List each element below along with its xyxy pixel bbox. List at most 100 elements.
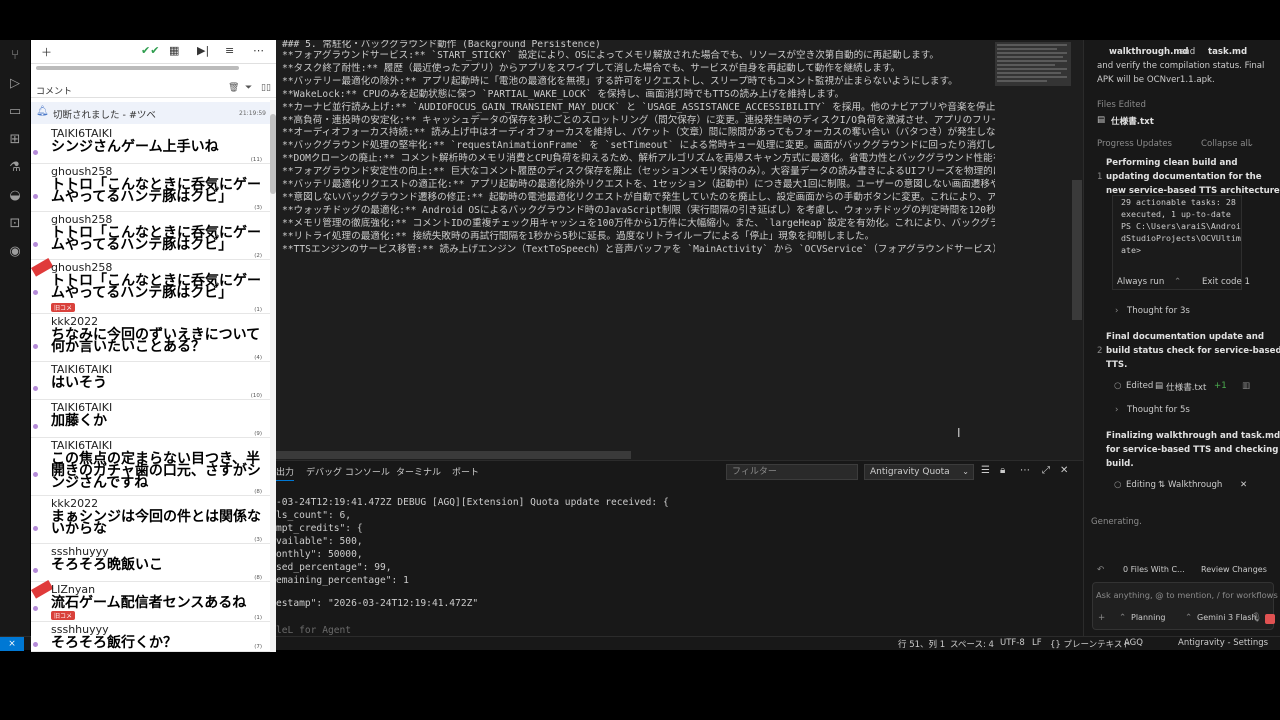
editing-label: Editing [1126,480,1156,490]
output-source-select[interactable]: Antigravity Quota ⌄ [864,464,974,480]
comment-text: 流石ゲーム配信者センスあるね [51,595,247,611]
edited-file-link[interactable]: 仕様書.txt [1166,381,1206,393]
comment-row[interactable]: ghoush258 トトロ「こんなときに呑気にゲームやってるハンテ豚はクビ」 (… [31,212,270,260]
more-icon[interactable]: ⋯ [253,44,264,57]
log-line: onthly": 50000, [276,549,363,560]
stop-button[interactable] [1265,614,1275,624]
comment-row[interactable]: TAIKI6TAIKI シンジさんゲーム上手いね (11) [31,126,270,164]
generating-status: Generating. [1091,517,1142,527]
terminal-line: dStudioProjects\OCVUltim [1121,233,1241,243]
edited-file[interactable]: 仕様書.txt [1111,115,1154,127]
skip-icon[interactable]: ▶| [197,44,209,57]
task-link[interactable]: task.md [1208,47,1247,57]
text-cursor: I [957,426,961,440]
encoding[interactable]: UTF-8 [1000,638,1025,648]
comment-row[interactable]: ghoush258 トトロ「こんなときに呑気にゲームやってるハンテ豚はクビ」 (… [31,164,270,212]
comment-row[interactable]: TAIKI6TAIKI はいそう (10) [31,362,270,400]
collapse-all-button[interactable]: Collapse all [1201,139,1250,149]
remote-icon[interactable]: ⨯ [0,637,24,651]
comment-row[interactable]: TAIKI6TAIKI この焦点の定まらない目つき、半開きのガチャ歯の口元、さす… [31,438,270,496]
database-icon[interactable]: ⊡ [0,210,30,238]
android-icon[interactable]: ◒ [0,182,30,210]
model-select[interactable]: Gemini 3 Flash [1197,613,1257,622]
language-mode[interactable]: {} プレーンテキスト [1050,638,1131,650]
undo-icon[interactable]: ↶ [1097,565,1104,575]
source-control-icon[interactable]: ⑂ [0,42,30,70]
maximize-icon[interactable]: ⤢ [1042,465,1050,476]
progress-label: Progress Updates [1097,139,1173,149]
comment-row[interactable]: kkk2022 ちなみに今回のずいえきについて何か言いたいことある？ (4) [31,314,270,362]
log-line: estamp": "2026-03-24T12:19:41.472Z" [276,598,479,609]
step2-title: TTS. [1106,360,1128,370]
files-with-changes[interactable]: 0 Files With C... [1123,565,1185,574]
cursor-position[interactable]: 行 51、列 1 [898,638,945,650]
edited-label: Edited [1126,381,1154,391]
editor-line: **リトライ処理の最適化:** 接続失敗時の再試行間隔を1秒から5秒に延長。過度… [282,231,875,242]
list-icon[interactable]: ≡ [225,44,234,57]
step1-title: updating documentation for the [1106,172,1262,182]
comment-row[interactable]: LIZnyan 流石ゲーム配信者センスあるね 旧コメ (1) [31,580,270,622]
comment-row[interactable]: TAIKI6TAIKI 加藤くか (9) [31,400,270,438]
log-line: vailable": 500, [276,536,363,547]
minimap[interactable] [995,40,1071,460]
review-changes-button[interactable]: Review Changes [1201,565,1267,574]
check-icon[interactable]: ✔✔ [141,44,159,57]
step-number: 2 [1097,346,1103,356]
eol[interactable]: LF [1032,638,1042,648]
remote-explorer-icon[interactable]: ▭ [0,98,30,126]
list-icon[interactable]: ☰ [981,465,990,476]
tab-terminal[interactable]: ターミナル [396,465,441,478]
panel-tabs: 出力 デバッグ コンソール ターミナル ポート フィルター Antigravit… [276,461,1083,483]
comment-row[interactable]: ssshhuyyy そろそろ飯行くか？ (7) [31,622,270,652]
terminal-line: executed, 1 up-to-date [1121,209,1231,219]
add-icon[interactable]: ＋ [41,44,52,60]
editor-scrollbar[interactable] [1071,40,1083,460]
output-source-label: Antigravity Quota [870,467,950,477]
editor-area[interactable]: ### 5. 常駐化・バックグラウンド動作 (Background Persis… [276,40,1071,460]
comment-count: (8) [254,489,262,495]
editing-file-link[interactable]: Walkthrough [1168,480,1222,490]
thought-toggle[interactable]: Thought for 5s [1127,405,1190,415]
trash-icon[interactable]: 🗑︎ [228,83,239,93]
comment-scrollbar[interactable] [270,100,276,652]
always-run-button[interactable]: Always run [1117,277,1164,287]
indent-setting[interactable]: スペース: 4 [950,638,994,650]
agq-status[interactable]: AGQ [1124,638,1143,648]
settings-status[interactable]: Antigravity - Settings [1178,638,1268,648]
comment-row[interactable]: ghoush258 トトロ「こんなときに呑気にゲームやってるハンテ豚はクビ」 旧… [31,258,270,314]
close-icon[interactable]: ✕ [1240,480,1247,490]
chevron-right-icon[interactable]: › [1115,405,1118,415]
lock-icon[interactable]: 🔒︎ [1000,465,1005,476]
thought-toggle[interactable]: Thought for 3s [1127,306,1190,316]
more-icon[interactable]: ⋯ [1020,465,1030,476]
log-line: ls_count": 6, [276,510,352,521]
agent-chat-input[interactable]: Ask anything, @ to mention, / for workfl… [1092,582,1278,630]
filter-input[interactable]: フィルター [726,464,858,480]
walkthrough-link[interactable]: walkthrough.md [1109,47,1189,57]
comment-header-label: コメント [36,87,73,97]
editor-horizontal-scrollbar[interactable] [276,451,631,459]
add-icon[interactable]: + [1098,613,1105,623]
tab-output[interactable]: 出力 [276,465,295,481]
extensions-icon[interactable]: ⊞ [0,126,30,154]
grid-icon[interactable]: ▦ [169,44,179,57]
old-comment-badge: 旧コメ [51,303,76,312]
tab-debug-console[interactable]: デバッグ コンソール [306,465,390,478]
run-debug-icon[interactable]: ▷ [0,70,30,98]
chevron-right-icon[interactable]: › [1115,306,1118,316]
layout-icon[interactable]: ▯▯ [261,83,271,93]
tab-ports[interactable]: ポート [452,465,479,478]
chevron-up-icon: ⌃ [1119,613,1127,623]
mode-select[interactable]: Planning [1131,613,1165,622]
chrome-icon[interactable]: ◉ [0,238,30,266]
testing-icon[interactable]: ⚗ [0,154,30,182]
terminal-output: 29 actionable tasks: 28 executed, 1 up-t… [1112,195,1242,290]
close-icon[interactable]: ✕ [1060,465,1068,476]
files-edited-label: Files Edited [1097,100,1146,110]
comment-row[interactable]: ssshhuyyy そろそろ晩飯いこ (8) [31,544,270,582]
open-file-icon[interactable]: ▥ [1242,381,1250,391]
comment-row[interactable]: kkk2022 まぁシンジは今回の件とは関係ないからな (3) [31,496,270,544]
microphone-icon[interactable]: 🎙︎ [1251,613,1262,623]
comment-header: コメント 🗑︎ ⏷ ▯▯ [31,80,276,98]
filter-icon[interactable]: ⏷ [245,83,252,93]
